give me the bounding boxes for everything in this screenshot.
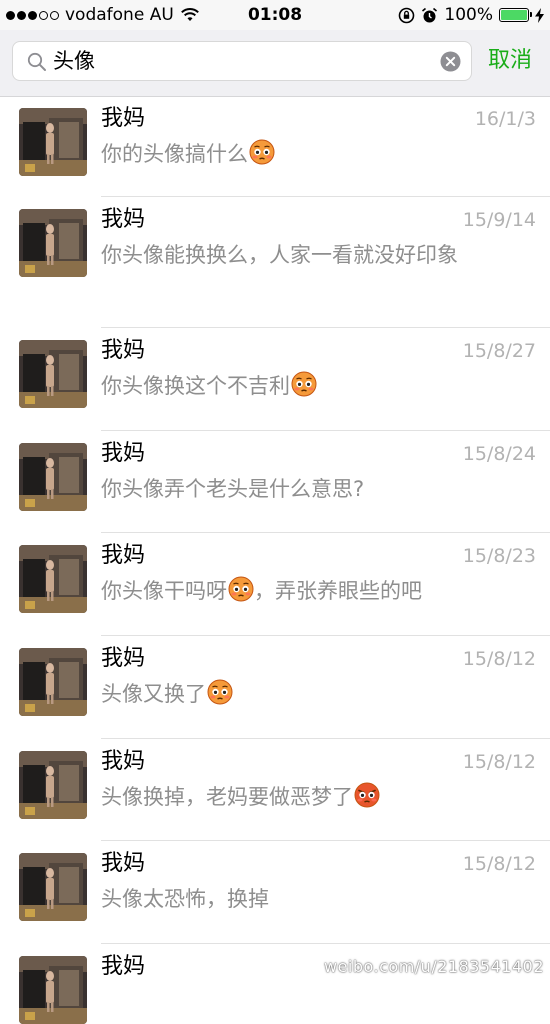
message-date: 15/8/23: [462, 545, 536, 567]
contact-name: 我妈: [101, 851, 146, 876]
search-result-item[interactable]: 我妈 15/8/27 你头像换这个不吉利: [0, 329, 550, 431]
avatar: [19, 209, 87, 277]
contact-name: 我妈: [101, 749, 146, 774]
message-text: 头像换掉，老妈要做恶梦了: [101, 785, 353, 809]
message-date: 15/8/12: [462, 751, 536, 773]
message-snippet: 头像换掉，老妈要做恶梦了: [101, 781, 481, 818]
angry-face-icon: [354, 782, 380, 818]
flushed-face-icon: [228, 576, 254, 612]
message-date: 15/8/24: [462, 443, 536, 465]
avatar: [19, 956, 87, 1024]
row-divider: [101, 840, 550, 841]
message-snippet: 你头像干吗呀 ，弄张养眼些的吧: [101, 575, 481, 612]
message-date: 15/8/27: [462, 340, 536, 362]
contact-name: 我妈: [101, 954, 146, 979]
avatar: [19, 443, 87, 511]
rotation-lock-icon: [399, 7, 415, 23]
message-text: 你头像弄个老头是什么意思?: [101, 477, 365, 501]
battery-icon: [499, 8, 532, 22]
avatar: [19, 108, 87, 176]
contact-name: 我妈: [101, 207, 146, 232]
contact-name: 我妈: [101, 441, 146, 466]
avatar: [19, 545, 87, 613]
contact-name: 我妈: [101, 338, 146, 363]
status-right: 100%: [398, 0, 544, 30]
search-result-item[interactable]: 我妈 15/8/24 你头像弄个老头是什么意思?: [0, 432, 550, 533]
row-divider: [101, 738, 550, 739]
search-result-item[interactable]: 我妈 15/9/14 你头像能换换么，人家一看就没好印象: [0, 198, 550, 328]
message-text: 头像太恐怖，换掉: [101, 887, 269, 911]
row-divider: [101, 532, 550, 533]
alarm-icon: [422, 7, 438, 22]
contact-name: 我妈: [101, 646, 146, 671]
message-text-tail: ，弄张养眼些的吧: [254, 579, 422, 603]
message-text: 头像又换了: [101, 682, 206, 706]
message-snippet: 头像太恐怖，换掉: [101, 883, 481, 916]
contact-name: 我妈: [101, 543, 146, 568]
battery-percent: 100%: [444, 5, 493, 25]
message-snippet: 你头像能换换么，人家一看就没好印象: [101, 239, 481, 272]
clear-search-icon[interactable]: [440, 51, 461, 72]
message-date: 16/1/3: [474, 108, 536, 130]
message-text: 你的头像搞什么: [101, 142, 248, 166]
search-input[interactable]: 头像: [12, 41, 472, 81]
search-query: 头像: [53, 49, 95, 73]
charging-bolt-icon: [535, 7, 544, 23]
status-bar: vodafone AU 01:08 100%: [0, 0, 550, 30]
row-divider: [101, 196, 550, 197]
message-text: 你头像能换换么，人家一看就没好印象: [101, 243, 458, 267]
avatar: [19, 853, 87, 921]
cancel-button[interactable]: 取消: [488, 30, 532, 92]
message-snippet: 你头像换这个不吉利: [101, 370, 481, 407]
flushed-face-icon: [291, 371, 317, 407]
row-divider: [101, 327, 550, 328]
flushed-face-icon: [207, 679, 233, 715]
flushed-face-icon: [249, 139, 275, 175]
watermark-text: weibo.com/u/2183541402: [323, 957, 544, 976]
search-result-item[interactable]: 我妈 16/1/3 你的头像搞什么: [0, 97, 550, 197]
message-text: 你头像干吗呀: [101, 579, 227, 603]
message-snippet: 头像又换了: [101, 678, 481, 715]
message-date: 15/9/14: [462, 209, 536, 231]
message-text: 你头像换这个不吉利: [101, 374, 290, 398]
avatar: [19, 340, 87, 408]
search-result-item[interactable]: 我妈 15/8/12 头像换掉，老妈要做恶梦了: [0, 740, 550, 841]
row-divider: [101, 635, 550, 636]
row-divider: [101, 430, 550, 431]
avatar: [19, 648, 87, 716]
search-result-item[interactable]: 我妈 15/8/12 头像又换了: [0, 637, 550, 739]
search-icon: [27, 52, 46, 71]
avatar: [19, 751, 87, 819]
row-divider: [101, 943, 550, 944]
search-result-item[interactable]: 我妈 15/8/23 你头像干吗呀 ，弄张养眼些的吧: [0, 534, 550, 636]
contact-name: 我妈: [101, 106, 146, 131]
message-snippet: 你的头像搞什么: [101, 138, 481, 175]
message-snippet: 你头像弄个老头是什么意思?: [101, 473, 481, 506]
message-date: 15/8/12: [462, 648, 536, 670]
search-bar: 头像 取消: [0, 30, 550, 97]
search-result-item[interactable]: 我妈 15/8/12 头像太恐怖，换掉: [0, 842, 550, 944]
message-date: 15/8/12: [462, 853, 536, 875]
